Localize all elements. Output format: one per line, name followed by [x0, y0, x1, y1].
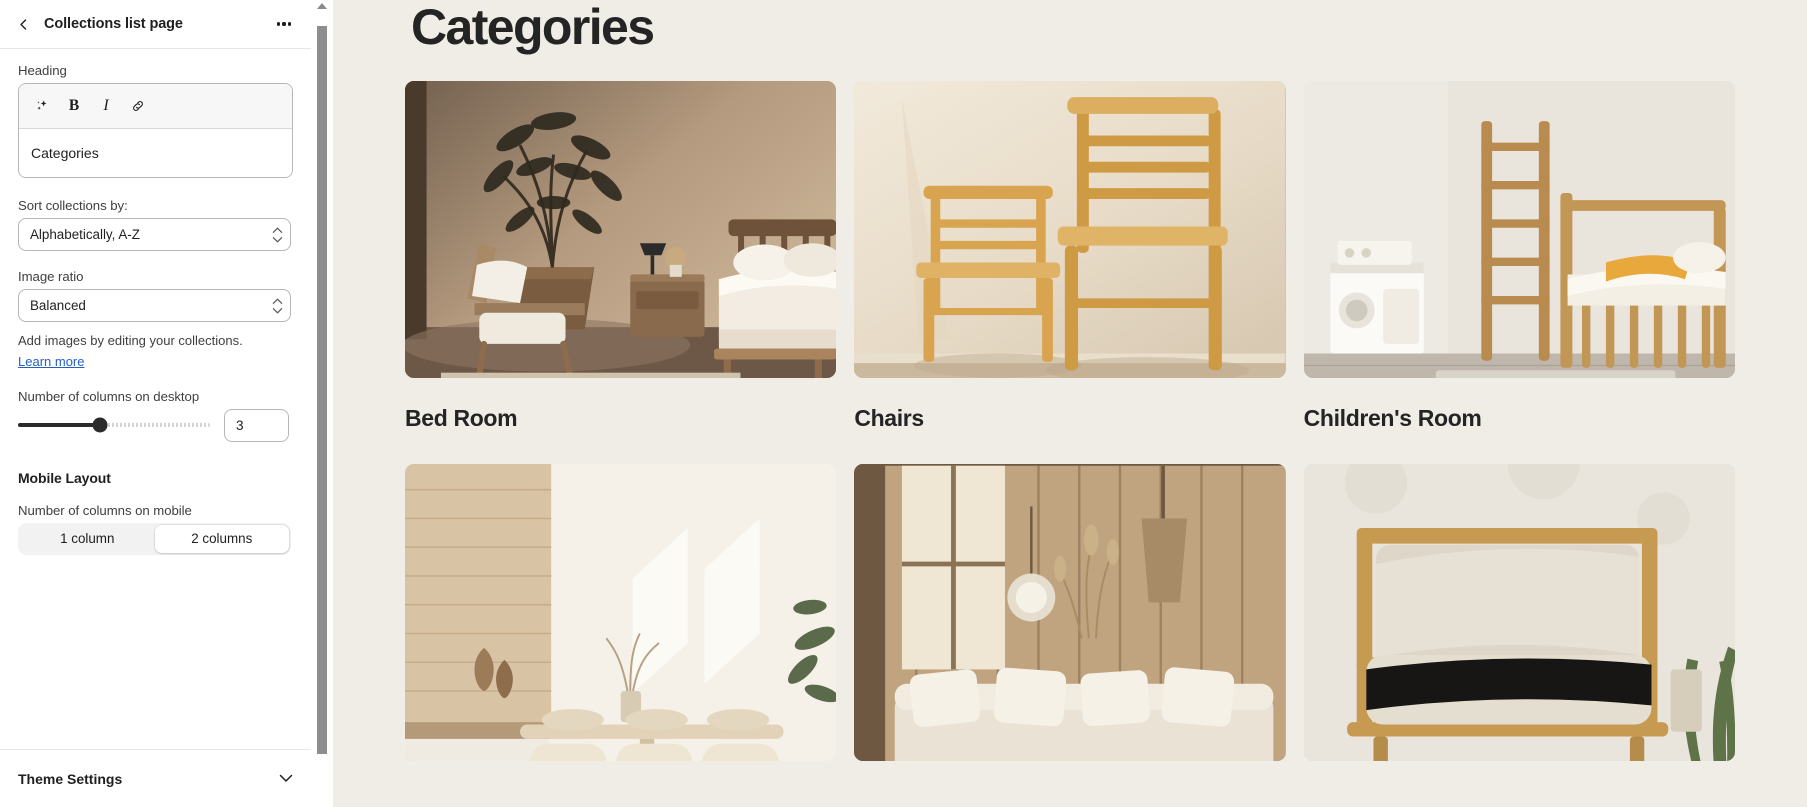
columns-desktop-slider[interactable] [18, 416, 210, 434]
dining-room-illustration [405, 463, 837, 761]
image-ratio-label: Image ratio [18, 269, 84, 284]
ai-sparkle-icon-button[interactable] [27, 91, 57, 121]
learn-more-link[interactable]: Learn more [18, 354, 84, 369]
rustic-living-room-illustration [854, 463, 1286, 761]
armchair-illustration [1303, 463, 1735, 761]
columns-desktop-control: 3 [18, 408, 293, 442]
bedroom-illustration [405, 80, 837, 378]
collection-image-bed-room[interactable] [405, 80, 837, 378]
sort-collections-select[interactable]: Alphabetically, A-Z [18, 218, 291, 251]
more-options-button[interactable] [271, 11, 297, 37]
collection-card[interactable] [1303, 463, 1735, 761]
slider-remaining-track [100, 423, 210, 428]
preview-heading: Categories [411, 0, 655, 55]
sort-collections-label: Sort collections by: [18, 198, 128, 213]
settings-sidebar: Collections list page Heading B I Catego… [0, 0, 311, 807]
sort-collections-select-wrap: Alphabetically, A-Z [18, 218, 293, 251]
link-icon [133, 101, 143, 111]
link-icon-button[interactable] [123, 91, 153, 121]
collection-label: Bed Room [405, 404, 518, 431]
collection-card[interactable]: Children's Room [1303, 80, 1735, 464]
slider-thumb[interactable] [92, 417, 108, 433]
image-ratio-select-wrap: Balanced [18, 289, 293, 322]
ellipsis-dot [282, 22, 286, 26]
back-button[interactable] [10, 11, 36, 37]
chevron-down-icon [279, 774, 293, 782]
collection-card[interactable]: Bed Room [405, 80, 837, 464]
slider-filled-track [18, 423, 100, 428]
collection-image-childrens-room[interactable] [1303, 80, 1735, 378]
segment-1-column[interactable]: 1 column [20, 525, 155, 553]
collection-image-armchair[interactable] [1303, 463, 1735, 761]
scroll-up-arrow-icon[interactable] [317, 3, 327, 9]
ellipsis-dot [288, 22, 292, 26]
heading-field-label: Heading [18, 63, 67, 78]
columns-mobile-label: Number of columns on mobile [18, 502, 192, 518]
sidebar-body: Heading B I Categories Sort collections … [0, 49, 311, 555]
ellipsis-dot [276, 22, 280, 26]
heading-rich-text-editor: B I Categories [18, 83, 293, 178]
italic-icon-button[interactable]: I [91, 91, 121, 121]
collection-card[interactable] [405, 463, 837, 761]
collection-label: Chairs [854, 404, 924, 431]
heading-input[interactable]: Categories [19, 129, 292, 177]
collection-image-rustic-living-room[interactable] [854, 463, 1286, 761]
theme-editor-app: Collections list page Heading B I Catego… [0, 0, 1807, 807]
columns-mobile-segmented-control: 1 column 2 columns [18, 522, 291, 555]
collection-card[interactable] [854, 463, 1286, 761]
chairs-illustration [854, 80, 1286, 378]
collection-image-chairs[interactable] [854, 80, 1286, 378]
bold-icon-button[interactable]: B [59, 91, 89, 121]
preview-content: Categories Bed Room Chairs Children's Ro… [333, 0, 1807, 761]
mobile-layout-section-title: Mobile Layout [18, 469, 111, 486]
childrens-room-illustration [1303, 80, 1735, 378]
sidebar-scrollbar[interactable] [311, 0, 333, 807]
segment-2-columns[interactable]: 2 columns [154, 524, 289, 553]
rich-text-toolbar: B I [19, 84, 292, 129]
columns-desktop-label: Number of columns on desktop [18, 388, 200, 404]
image-ratio-help-text: Add images by editing your collections. [18, 333, 243, 348]
columns-desktop-input[interactable]: 3 [224, 408, 289, 442]
collection-image-dining-room[interactable] [405, 463, 837, 761]
chevron-left-icon [19, 18, 26, 30]
scrollbar-thumb[interactable] [317, 26, 327, 754]
ai-sparkle-icon [37, 100, 47, 110]
page-title: Collections list page [44, 16, 183, 32]
collection-card[interactable]: Chairs [854, 80, 1286, 464]
image-ratio-select[interactable]: Balanced [18, 289, 291, 322]
sidebar-header: Collections list page [0, 0, 311, 49]
collection-label: Children's Room [1303, 404, 1482, 431]
storefront-preview: Categories Bed Room Chairs Children's Ro… [333, 0, 1807, 807]
collections-grid: Bed Room Chairs Children's Room [405, 80, 1735, 761]
theme-settings-footer[interactable]: Theme Settings [0, 749, 311, 807]
theme-settings-label: Theme Settings [18, 770, 123, 787]
